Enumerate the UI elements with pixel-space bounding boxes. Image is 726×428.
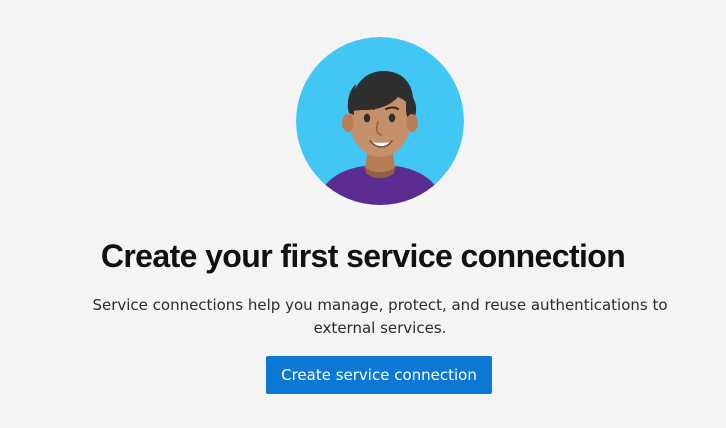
empty-state-description: Service connections help you manage, pro…: [92, 296, 668, 337]
person-avatar-icon: [296, 37, 464, 205]
create-service-connection-button[interactable]: Create service connection: [266, 356, 492, 394]
empty-state: Create your first service connection Ser…: [0, 0, 726, 428]
empty-state-title: Create your first service connection: [100, 238, 626, 274]
